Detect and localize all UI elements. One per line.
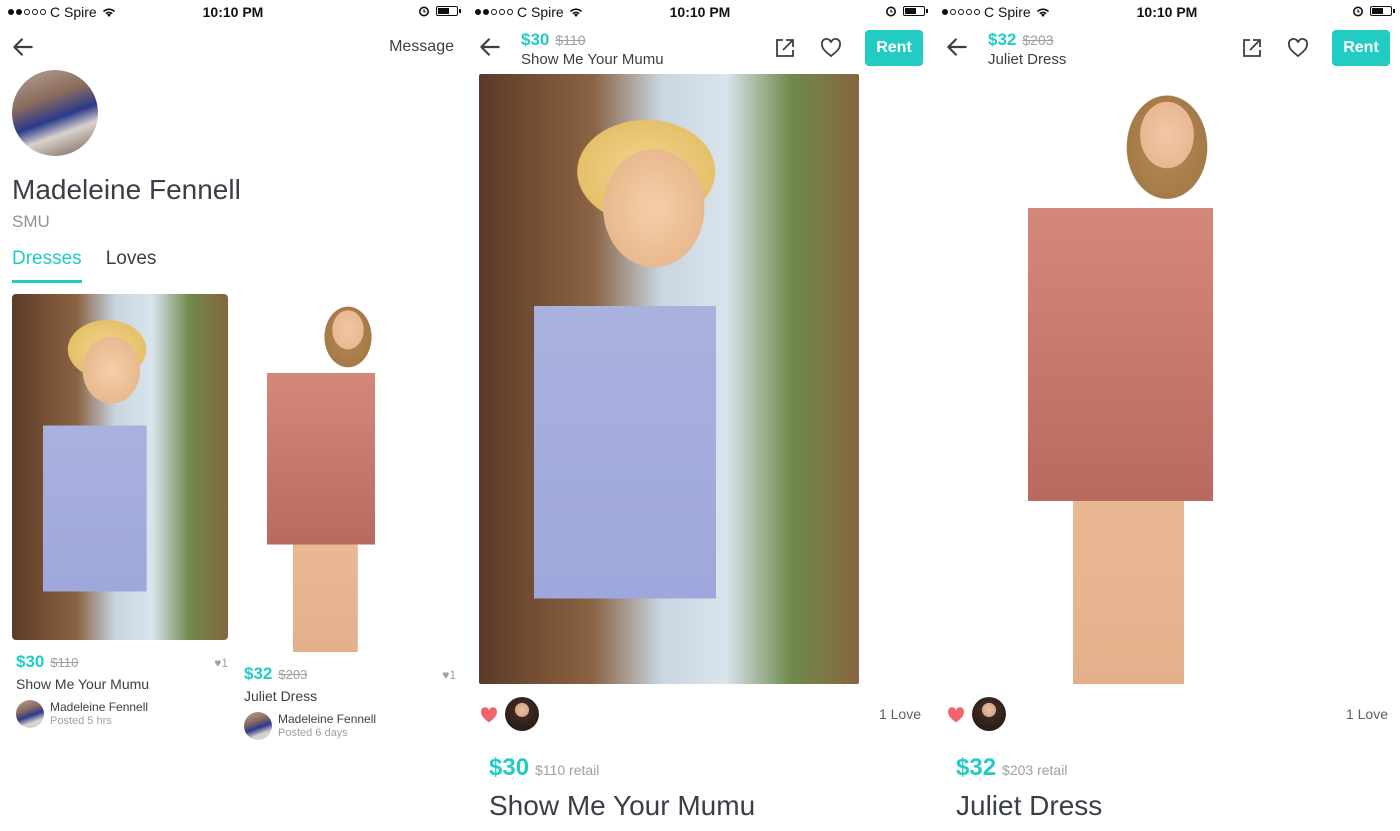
owner-name: Madeleine Fennell <box>50 700 149 714</box>
item-title: Juliet Dress <box>244 688 318 704</box>
header-retail-price: $110 <box>555 32 586 48</box>
battery-icon <box>1370 6 1395 16</box>
item-retail-price: $203 <box>278 667 308 682</box>
item-owner[interactable]: Madeleine Fennell Posted 5 hrs <box>16 700 148 728</box>
owner-avatar <box>16 700 44 728</box>
heart-outline-icon[interactable] <box>1286 36 1310 60</box>
heart-filled-icon[interactable] <box>479 705 499 725</box>
dress-card-mumu[interactable]: $30 $110 ♥1 Show Me Your Mumu Madeleine … <box>12 294 228 734</box>
detail-title: Juliet Dress <box>956 790 1103 821</box>
share-icon[interactable] <box>1240 36 1264 60</box>
header-retail-price: $203 <box>1022 32 1054 48</box>
item-retail-price: $110 <box>50 655 79 670</box>
detail-screen-mumu: C Spire 10:10 PM $30 $110 Show Me Your M… <box>467 0 933 831</box>
lover-avatar[interactable] <box>505 697 539 731</box>
detail-retail-price: $203 retail <box>1002 762 1068 778</box>
love-row: 1 Love <box>946 697 1388 733</box>
detail-screen-juliet: C Spire 10:10 PM $32 $203 Juliet Dress R… <box>934 0 1400 831</box>
status-bar: C Spire 10:10 PM <box>467 0 933 24</box>
battery-icon <box>436 6 461 16</box>
detail-price: $30 <box>489 754 530 781</box>
item-owner[interactable]: Madeleine Fennell Posted 6 days <box>244 712 376 740</box>
item-price: $30 <box>16 652 45 671</box>
back-arrow-icon[interactable] <box>477 34 503 60</box>
profile-screen: C Spire 10:10 PM Message Madeleine Fenne… <box>0 0 466 831</box>
love-count[interactable]: 1 Love <box>879 706 921 722</box>
profile-avatar <box>12 70 98 156</box>
detail-title: Show Me Your Mumu <box>489 790 756 821</box>
profile-name: Madeleine Fennell <box>12 174 241 205</box>
dress-photo[interactable] <box>982 74 1352 684</box>
owner-name: Madeleine Fennell <box>278 712 377 726</box>
item-likes: ♥1 <box>214 656 228 670</box>
posted-time: Posted 6 days <box>278 727 348 739</box>
posted-time: Posted 5 hrs <box>50 715 112 727</box>
lover-avatar[interactable] <box>972 697 1006 731</box>
status-time: 10:10 PM <box>1136 4 1198 20</box>
heart-filled-icon[interactable] <box>946 705 966 725</box>
heart-outline-icon[interactable] <box>819 36 843 60</box>
header-title: Juliet Dress <box>988 51 1067 68</box>
owner-avatar <box>244 712 272 740</box>
tab-loves[interactable]: Loves <box>106 248 157 283</box>
dress-photo[interactable] <box>12 294 228 640</box>
back-arrow-icon[interactable] <box>944 34 970 60</box>
item-title: Show Me Your Mumu <box>16 676 150 692</box>
header-price: $32 <box>988 30 1017 49</box>
profile-tabs: Dresses Loves <box>12 248 156 283</box>
tab-dresses[interactable]: Dresses <box>12 248 82 283</box>
item-price: $32 <box>244 664 273 683</box>
alarm-icon <box>886 6 896 17</box>
dress-photo[interactable] <box>240 294 456 652</box>
header-price: $30 <box>521 30 550 49</box>
love-count[interactable]: 1 Love <box>1346 706 1388 722</box>
share-icon[interactable] <box>773 36 797 60</box>
rent-button[interactable]: Rent <box>865 30 923 66</box>
dress-photo[interactable] <box>479 74 859 684</box>
back-arrow-icon[interactable] <box>10 34 36 60</box>
alarm-icon <box>419 6 429 17</box>
header-title: Show Me Your Mumu <box>521 51 664 68</box>
love-row: 1 Love <box>479 697 921 733</box>
profile-school: SMU <box>12 212 50 231</box>
alarm-icon <box>1353 6 1363 17</box>
status-bar: C Spire 10:10 PM <box>0 0 466 24</box>
battery-icon <box>903 6 928 16</box>
detail-price: $32 <box>956 754 997 781</box>
dress-card-juliet[interactable]: $32 $203 ♥1 Juliet Dress Madeleine Fenne… <box>240 294 456 746</box>
status-bar: C Spire 10:10 PM <box>934 0 1400 24</box>
detail-retail-price: $110 retail <box>535 762 600 778</box>
item-likes: ♥1 <box>442 668 456 682</box>
status-time: 10:10 PM <box>669 4 731 20</box>
message-button[interactable]: Message <box>389 38 454 56</box>
rent-button[interactable]: Rent <box>1332 30 1390 66</box>
status-time: 10:10 PM <box>202 4 264 20</box>
